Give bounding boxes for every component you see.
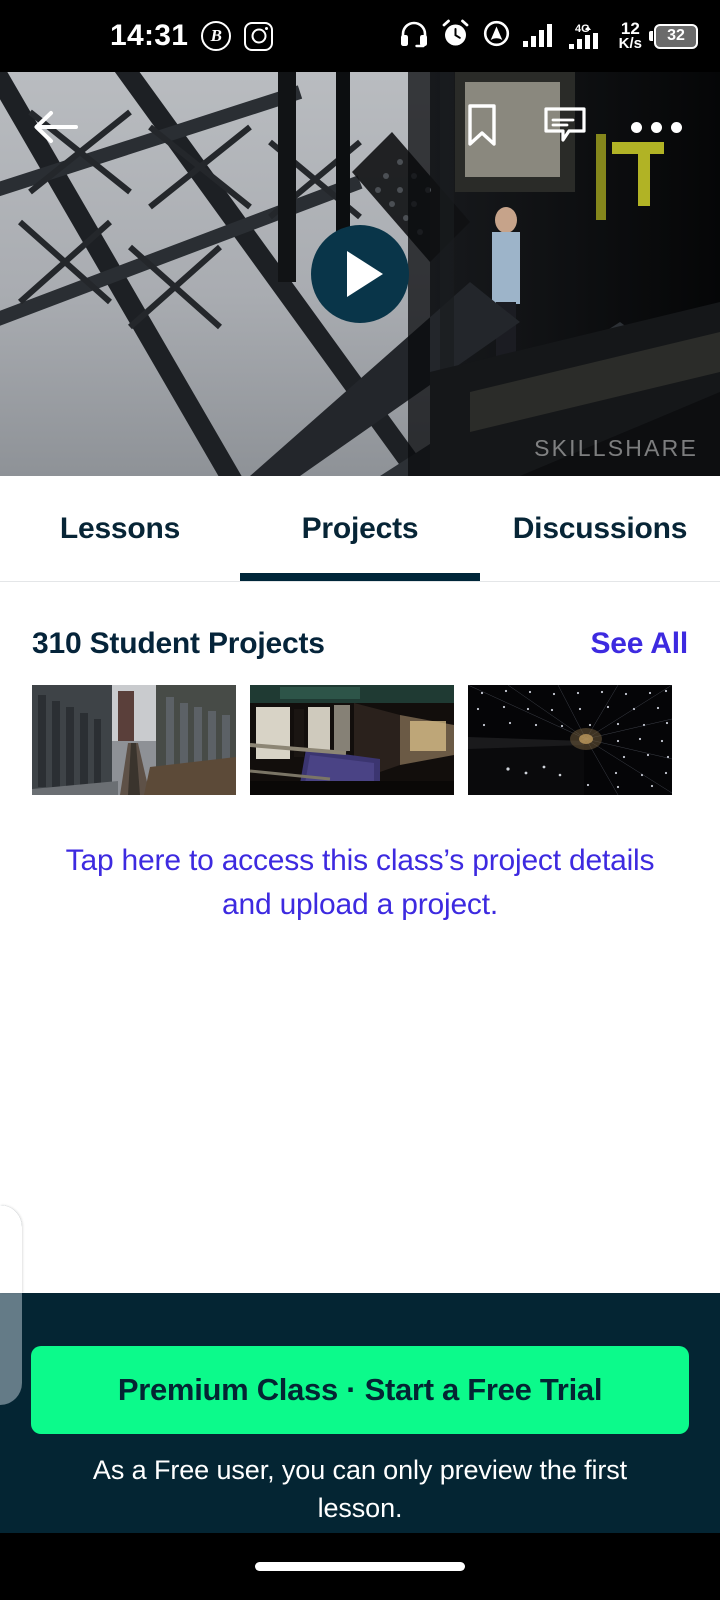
location-radar-icon <box>482 19 511 53</box>
play-triangle-icon <box>347 251 383 297</box>
more-options-button[interactable] <box>631 121 682 133</box>
status-bar-right: 4G 12 K/s 32 <box>399 19 720 53</box>
app-screen: 14:31 B 4G 12 K/s 32 SKILLSHARE Lessons … <box>0 0 720 1600</box>
comments-button[interactable] <box>543 103 587 152</box>
back-button[interactable] <box>30 101 82 153</box>
side-drawer-edge-top <box>0 1205 22 1293</box>
project-thumbnail-3[interactable] <box>468 685 672 795</box>
bitcoin-circle-icon: B <box>201 21 232 51</box>
project-thumbnail-1[interactable] <box>32 685 236 795</box>
see-all-link[interactable]: See All <box>590 627 688 661</box>
page-title: 310 Student Projects <box>32 627 325 660</box>
elevated-train-tracks-image <box>32 685 236 795</box>
content-tabs: Lessons Projects Discussions <box>0 476 720 582</box>
data-rate-indicator: 12 K/s <box>618 20 642 52</box>
dot-icon <box>651 121 662 133</box>
system-navigation-bar <box>0 1533 720 1600</box>
dark-tunnel-lights-image <box>468 685 672 795</box>
status-bar: 14:31 B 4G 12 K/s 32 <box>0 0 720 72</box>
back-arrow-icon <box>34 111 78 143</box>
status-bar-left: 14:31 B <box>0 19 274 52</box>
subway-car-interior-image <box>250 685 454 795</box>
dot-icon <box>631 121 642 133</box>
signal-bars-icon <box>522 20 557 53</box>
free-user-note: As a Free user, you can only preview the… <box>92 1455 628 1524</box>
battery-indicator: 32 <box>654 23 698 49</box>
premium-upsell-footer: Premium Class · Start a Free Trial As a … <box>0 1293 720 1533</box>
video-hero[interactable]: SKILLSHARE <box>0 72 720 476</box>
bookmark-icon <box>468 103 496 146</box>
tab-projects[interactable]: Projects <box>240 476 480 581</box>
project-thumbnail-list <box>0 661 720 795</box>
project-thumbnail-2[interactable] <box>250 685 454 795</box>
data-rate-unit: K/s <box>618 34 642 52</box>
hero-actions <box>465 103 720 152</box>
hero-top-bar <box>0 72 720 182</box>
start-free-trial-button[interactable]: Premium Class · Start a Free Trial <box>31 1346 689 1434</box>
bookmark-button[interactable] <box>465 103 499 152</box>
instagram-icon <box>244 21 274 51</box>
projects-section-header: 310 Student Projects See All <box>0 583 720 661</box>
skillshare-watermark: SKILLSHARE <box>534 435 698 461</box>
tab-discussions[interactable]: Discussions <box>480 476 720 581</box>
alarm-clock-icon <box>441 19 470 53</box>
home-indicator[interactable] <box>255 1562 465 1571</box>
comment-bubble-icon <box>544 106 586 142</box>
project-details-prompt[interactable]: Tap here to access this class’s project … <box>40 839 680 926</box>
headset-icon <box>399 20 429 53</box>
play-button[interactable] <box>311 225 409 323</box>
status-bar-clock: 14:31 <box>110 19 189 52</box>
signal-4g-icon: 4G <box>568 21 607 51</box>
tab-lessons[interactable]: Lessons <box>0 476 240 581</box>
dot-icon <box>671 121 682 133</box>
